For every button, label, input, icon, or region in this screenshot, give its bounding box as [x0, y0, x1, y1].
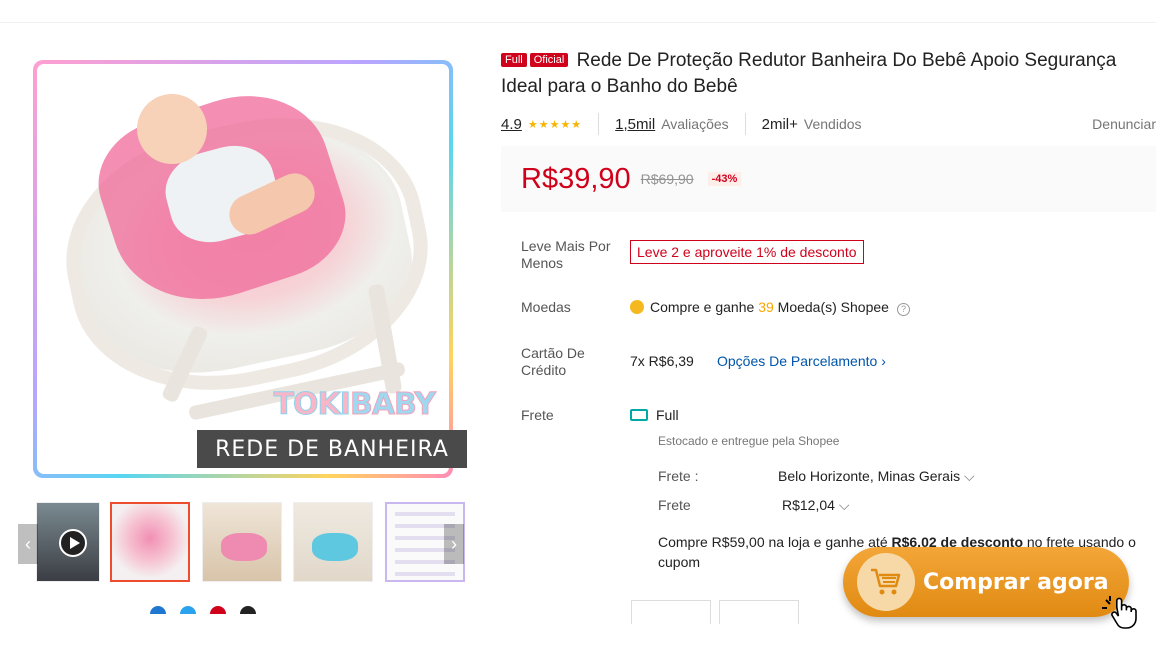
shipping-type: Full	[630, 407, 679, 423]
current-price: R$39,90	[521, 162, 631, 195]
buy-now-label: Comprar agora	[923, 569, 1109, 595]
chevron-down-icon: ⌵	[963, 468, 975, 484]
chevron-right-icon: ›	[881, 353, 886, 369]
sold-label: Vendidos	[803, 116, 862, 132]
thumbnail-1[interactable]	[110, 502, 190, 582]
coin-icon	[630, 300, 644, 314]
product-title-text: Rede De Proteção Redutor Banheira Do Beb…	[501, 50, 1117, 97]
frete-destination[interactable]: Belo Horizonte, Minas Gerais ⌵	[778, 468, 975, 485]
truck-icon	[630, 409, 648, 421]
main-product-image[interactable]: TOKIBABY	[33, 60, 453, 478]
credit-value: 7x R$6,39	[630, 353, 694, 369]
chevron-right-icon[interactable]: ›	[444, 524, 464, 564]
cart-icon	[857, 553, 915, 611]
thumbnail-video[interactable]	[36, 502, 100, 582]
frete-to-label: Frete :	[658, 468, 699, 484]
frete-cost-label: Frete	[658, 497, 691, 513]
thumbnail-strip: ‹ ›	[18, 502, 468, 586]
shipping-label: Frete	[521, 407, 554, 423]
frete-cost[interactable]: R$12,04 ⌵	[782, 497, 849, 514]
installments-link[interactable]: Opções De Parcelamento ›	[717, 353, 886, 369]
share-icon[interactable]	[150, 606, 166, 614]
play-icon	[59, 529, 87, 557]
thumbnail-3[interactable]	[293, 502, 373, 582]
rating-row: 4.9 ★★★★★ 1,5mil Avaliações 2mil+ Vendid…	[501, 113, 1156, 135]
rating-value[interactable]: 4.9	[501, 116, 522, 133]
image-banner: REDE DE BANHEIRA	[197, 430, 467, 468]
credit-label: Cartão De Crédito	[521, 345, 585, 378]
star-icons: ★★★★★	[527, 118, 583, 131]
chevron-left-icon[interactable]: ‹	[18, 524, 38, 564]
buy-now-button[interactable]: Comprar agora	[843, 547, 1129, 617]
reviews-label: Avaliações	[661, 116, 729, 132]
share-icons	[150, 606, 256, 614]
promo-label: Leve Mais Por Menos	[521, 238, 611, 271]
brand-logo: TOKIBABY	[273, 387, 436, 423]
variation-button[interactable]	[719, 600, 799, 624]
baby-head	[137, 94, 207, 164]
product-title: Full Oficial Rede De Proteção Redutor Ban…	[501, 48, 1141, 100]
badge-full: Full	[501, 53, 527, 67]
shipping-note: Estocado e entregue pela Shopee	[658, 434, 840, 448]
share-icon[interactable]	[180, 606, 196, 614]
reviews-count[interactable]: 1,5mil	[615, 116, 655, 133]
price-box: R$39,90 R$69,90 -43%	[501, 146, 1156, 212]
thumbnail-2[interactable]	[202, 502, 282, 582]
chevron-down-icon: ⌵	[838, 497, 850, 513]
coins-info: Compre e ganhe 39 Moeda(s) Shopee?	[630, 299, 910, 316]
coins-label: Moedas	[521, 299, 571, 315]
hand-cursor-icon	[1102, 596, 1137, 629]
sold-count: 2mil+	[761, 115, 798, 133]
original-price: R$69,90	[640, 171, 694, 187]
variation-button[interactable]	[631, 600, 711, 624]
variation-buttons	[631, 600, 799, 624]
discount-badge: -43%	[707, 172, 742, 186]
help-icon[interactable]: ?	[896, 303, 910, 316]
badge-official: Oficial	[529, 53, 569, 67]
share-icon[interactable]	[210, 606, 226, 614]
share-icon[interactable]	[240, 606, 256, 614]
report-link[interactable]: Denunciar	[1092, 116, 1156, 132]
promo-tag[interactable]: Leve 2 e aproveite 1% de desconto	[630, 240, 864, 264]
